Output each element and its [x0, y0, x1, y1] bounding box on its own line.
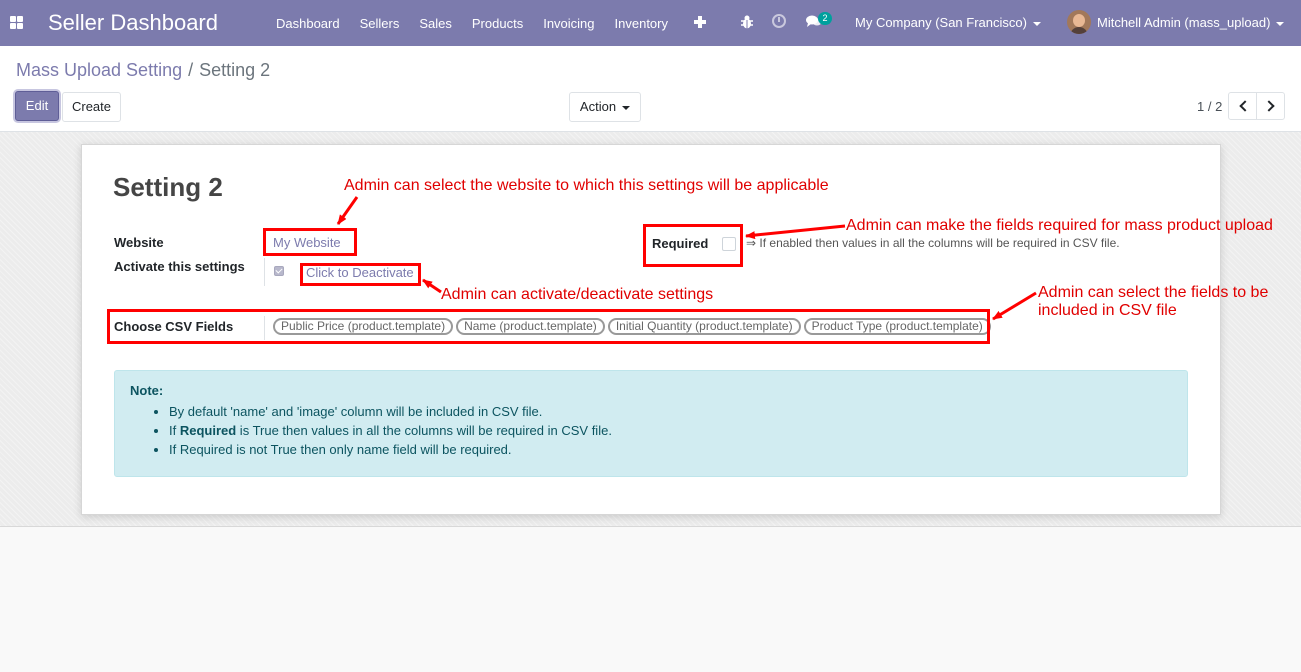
website-label: Website — [114, 235, 164, 250]
pager-previous-button[interactable] — [1228, 92, 1257, 120]
control-panel: Mass Upload Setting / Setting 2 Edit Creat… — [0, 46, 1301, 132]
bug-icon[interactable] — [740, 14, 754, 30]
activate-label: Activate this settings — [114, 259, 245, 274]
caret-down-icon — [622, 105, 631, 110]
note-item: If Required is not True then only name f… — [169, 440, 612, 459]
annotation-box-activate — [300, 263, 421, 286]
annotation-box-csv — [107, 309, 990, 344]
note-text: If — [169, 423, 180, 438]
note-list: By default 'name' and 'image' column wil… — [169, 402, 612, 459]
activate-checkbox[interactable] — [274, 266, 284, 276]
annotation-text-csv-line2: included in CSV file — [1038, 302, 1177, 319]
note-bold-text: Required — [179, 423, 237, 438]
annotation-text-website: Admin can select the website to which th… — [344, 177, 829, 194]
menu-item-invoicing[interactable]: Invoicing — [533, 16, 604, 31]
edit-button[interactable]: Edit — [15, 91, 59, 121]
pager-value: 1 / 2 — [1197, 99, 1223, 114]
company-name: My Company (San Francisco) — [855, 15, 1027, 30]
annotation-box-website — [263, 228, 357, 256]
annotation-text-activate: Admin can activate/deactivate settings — [441, 286, 714, 303]
pager-next-button[interactable] — [1256, 92, 1285, 120]
chevron-left-icon — [1239, 100, 1251, 112]
action-dropdown-button[interactable]: Action — [569, 92, 641, 122]
note-item: If Required is True then values in all t… — [169, 421, 612, 440]
app-brand-title: Seller Dashboard — [48, 10, 218, 35]
breadcrumb-parent-link[interactable]: Mass Upload Setting — [16, 60, 182, 80]
clock-icon[interactable] — [772, 14, 786, 28]
caret-down-icon — [1276, 21, 1285, 26]
annotation-text-required: Admin can make the fields required for m… — [846, 217, 1273, 234]
user-menu[interactable]: Mitchell Admin (mass_upload) — [1097, 15, 1285, 30]
apps-grid-icon[interactable] — [10, 16, 23, 29]
chevron-right-icon — [1263, 100, 1275, 112]
required-help-text: ⇒ If enabled then values in all the colu… — [746, 236, 1120, 250]
annotation-box-required — [643, 224, 743, 267]
main-menu: Dashboard Sellers Sales Products Invoici… — [266, 0, 678, 46]
breadcrumb-current: Setting 2 — [199, 60, 271, 80]
menu-item-sales[interactable]: Sales — [409, 16, 462, 31]
menu-item-sellers[interactable]: Sellers — [350, 16, 410, 31]
caret-down-icon — [1032, 21, 1041, 26]
annotation-text-csv-line1: Admin can select the fields to be — [1038, 284, 1269, 301]
menu-item-products[interactable]: Products — [462, 16, 533, 31]
user-name: Mitchell Admin (mass_upload) — [1097, 15, 1271, 30]
top-navbar: Seller Dashboard Dashboard Sellers Sales… — [0, 0, 1301, 46]
plus-icon[interactable] — [693, 15, 707, 29]
create-button[interactable]: Create — [62, 92, 121, 122]
breadcrumb: Mass Upload Setting / Setting 2 — [16, 60, 270, 81]
action-label: Action — [579, 99, 617, 114]
field-divider — [264, 258, 265, 286]
note-text: is True then values in all the columns w… — [236, 423, 612, 438]
chat-count-badge: 2 — [818, 12, 832, 25]
note-title: Note: — [130, 383, 164, 398]
breadcrumb-separator: / — [188, 60, 194, 80]
user-avatar[interactable] — [1067, 10, 1091, 34]
note-item: By default 'name' and 'image' column wil… — [169, 402, 612, 421]
info-note: Note: By default 'name' and 'image' colu… — [114, 370, 1188, 477]
menu-item-inventory[interactable]: Inventory — [605, 16, 678, 31]
menu-item-dashboard[interactable]: Dashboard — [266, 16, 350, 31]
record-title: Setting 2 — [113, 172, 223, 202]
company-switcher[interactable]: My Company (San Francisco) — [855, 15, 1041, 30]
